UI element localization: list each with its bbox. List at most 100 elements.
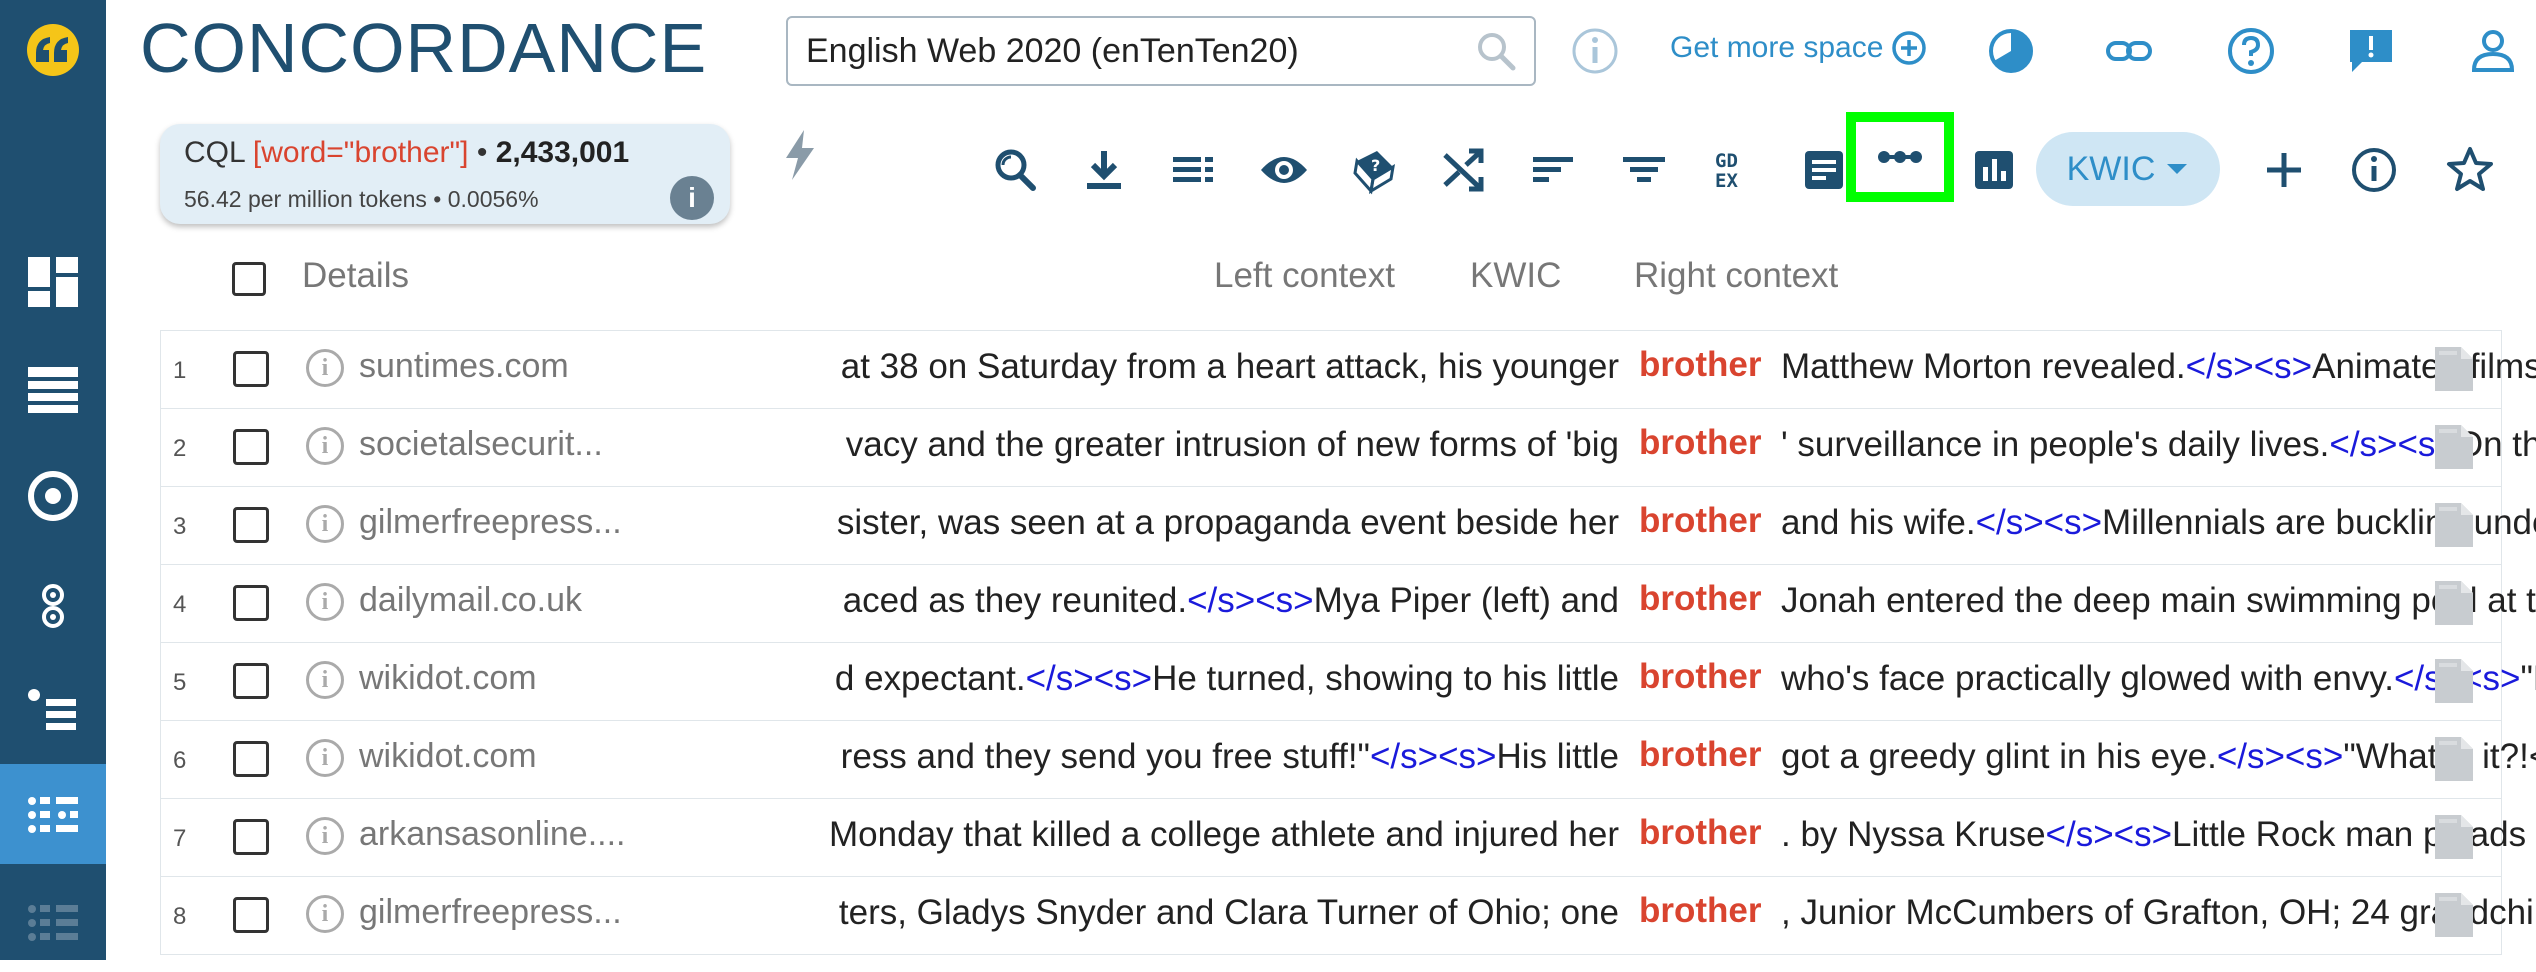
get-more-space-link[interactable]: Get more space [1670,30,1927,66]
kwic-keyword[interactable]: brother [1639,345,1762,385]
row-info-icon[interactable]: i [306,817,344,855]
right-context[interactable]: . by Nyssa Kruse</s><s>Little Rock man p… [1781,815,2536,855]
view-mode-dropdown[interactable]: KWIC [2036,132,2220,206]
toolbar-add[interactable] [2254,140,2314,200]
row-checkbox[interactable] [233,585,269,621]
left-context[interactable]: sister, was seen at a propaganda event b… [671,503,1619,543]
row-checkbox[interactable] [233,897,269,933]
help-icon[interactable] [2226,26,2276,76]
toolbar-frequency[interactable] [1964,140,2024,200]
row-checkbox[interactable] [233,819,269,855]
toolbar-info[interactable] [2344,140,2404,200]
sidebar-item-wordsketch[interactable] [0,660,106,760]
sidebar-item-wordlist[interactable] [0,340,106,440]
row-checkbox[interactable] [233,507,269,543]
row-info-icon[interactable]: i [306,895,344,933]
left-context[interactable]: ters, Gladys Snyder and Clara Turner of … [671,893,1619,933]
sidebar-item-parconc[interactable] [0,872,106,972]
kwic-keyword[interactable]: brother [1639,891,1762,931]
row-info-icon[interactable]: i [306,739,344,777]
copy-icon[interactable] [2433,813,2477,863]
lightning-icon[interactable] [782,130,818,180]
row-source[interactable]: gilmerfreepress... [359,893,649,932]
toolbar-download[interactable] [1074,140,1134,200]
toolbar-view-options[interactable] [1164,140,1224,200]
row-info-icon[interactable]: i [306,661,344,699]
select-all-checkbox[interactable] [232,262,266,296]
left-context[interactable]: aced as they reunited.</s><s>Mya Piper (… [671,581,1619,621]
left-context[interactable]: at 38 on Saturday from a heart attack, h… [671,347,1619,387]
toolbar-visibility[interactable] [1254,140,1314,200]
copy-icon[interactable] [2433,501,2477,551]
right-context[interactable]: who's face practically glowed with envy.… [1781,659,2536,699]
row-info-icon[interactable]: i [306,427,344,465]
copy-icon[interactable] [2433,579,2477,629]
left-context[interactable]: d expectant.</s><s>He turned, showing to… [671,659,1619,699]
right-context[interactable]: and his wife.</s><s>Millennials are buck… [1781,503,2536,543]
query-summary[interactable]: CQL [word="brother"] • 2,433,001 56.42 p… [160,124,730,224]
logo[interactable] [0,0,106,100]
toolbar-text-types[interactable] [1794,140,1854,200]
row-source[interactable]: societalsecurit... [359,425,649,464]
sidebar-item-concordance[interactable] [0,764,106,864]
left-text: at 38 on Saturday from a heart attack, h… [840,347,1619,386]
row-checkbox[interactable] [233,429,269,465]
copy-icon[interactable] [2433,345,2477,395]
toolbar-shuffle[interactable] [1434,140,1494,200]
row-info-icon[interactable]: i [306,349,344,387]
row-source[interactable]: suntimes.com [359,347,649,386]
row-source[interactable]: dailymail.co.uk [359,581,649,620]
kwic-keyword[interactable]: brother [1639,579,1762,619]
user-icon[interactable] [2468,26,2518,76]
link-icon[interactable] [2104,26,2154,76]
toolbar-favourite[interactable] [2440,140,2500,200]
row-info-icon[interactable]: i [306,505,344,543]
download-icon [1087,151,1121,189]
sketch-engine-logo-icon [27,24,79,76]
kwic-keyword[interactable]: brother [1639,657,1762,697]
search-icon[interactable] [1476,31,1516,71]
right-context[interactable]: , Junior McCumbers of Grafton, OH; 24 gr… [1781,893,2536,933]
toolbar-filter[interactable] [1614,140,1674,200]
row-source[interactable]: gilmerfreepress... [359,503,649,542]
row-source[interactable]: wikidot.com [359,659,649,698]
kwic-keyword[interactable]: brother [1639,501,1762,541]
usage-pie-icon[interactable] [1986,26,2036,76]
copy-icon[interactable] [2433,423,2477,473]
row-checkbox[interactable] [233,663,269,699]
row-source[interactable]: wikidot.com [359,737,649,776]
right-context[interactable]: Jonah entered the deep main swimming poo… [1781,581,2536,621]
query-info-icon[interactable]: i [670,176,714,220]
corpus-info-icon[interactable] [1570,26,1620,76]
kwic-keyword[interactable]: brother [1639,423,1762,463]
column-right-context[interactable]: Right context [1634,256,1838,296]
toolbar-sort[interactable] [1524,140,1584,200]
row-checkbox[interactable] [233,351,269,387]
toolbar-search[interactable] [984,140,1044,200]
sidebar-item-dashboard[interactable] [0,232,106,332]
sidebar-item-thesaurus[interactable] [0,556,106,656]
toolbar-collocations[interactable] [1846,112,1954,202]
toolbar-gdex[interactable]: GD EX [1704,140,1764,200]
row-info-icon[interactable]: i [306,583,344,621]
right-context[interactable]: Matthew Morton revealed.</s><s>Animated … [1781,347,2536,387]
copy-icon[interactable] [2433,657,2477,707]
left-context[interactable]: Monday that killed a college athlete and… [671,815,1619,855]
corpus-selector[interactable]: English Web 2020 (enTenTen20) [786,16,1536,86]
left-context[interactable]: vacy and the greater intrusion of new fo… [671,425,1619,465]
feedback-icon[interactable] [2346,26,2396,76]
kwic-keyword[interactable]: brother [1639,735,1762,775]
corpus-name: English Web 2020 (enTenTen20) [806,31,1299,70]
kwic-keyword[interactable]: brother [1639,813,1762,853]
column-left-context[interactable]: Left context [1214,256,1395,296]
column-kwic[interactable]: KWIC [1470,256,1561,296]
sidebar-item-target[interactable] [0,446,106,546]
row-checkbox[interactable] [233,741,269,777]
toolbar-random-sample[interactable]: ? [1344,140,1404,200]
right-context[interactable]: ' surveillance in people's daily lives.<… [1781,425,2536,465]
copy-icon[interactable] [2433,891,2477,941]
row-source[interactable]: arkansasonline.... [359,815,649,854]
right-context[interactable]: got a greedy glint in his eye.</s><s>"Wh… [1781,737,2536,777]
left-context[interactable]: ress and they send you free stuff!"</s><… [671,737,1619,777]
copy-icon[interactable] [2433,735,2477,785]
